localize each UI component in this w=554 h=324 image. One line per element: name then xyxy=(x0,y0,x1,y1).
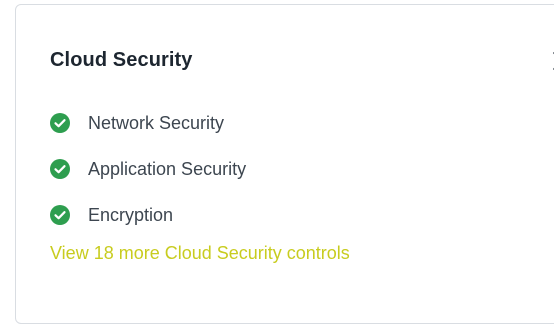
list-item: Network Security xyxy=(50,101,246,147)
cloud-security-card: Cloud Security Network Security Applicat… xyxy=(15,4,554,324)
check-circle-icon xyxy=(50,205,70,225)
control-label: Encryption xyxy=(88,205,174,225)
check-circle-icon xyxy=(50,159,70,179)
control-label: Network Security xyxy=(88,113,225,133)
list-item: Application Security xyxy=(50,147,246,193)
card-title: Cloud Security xyxy=(50,49,193,71)
card-header: Cloud Security xyxy=(50,45,554,75)
view-more-controls-link[interactable]: View 18 more Cloud Security controls xyxy=(50,241,350,265)
chevron-right-icon[interactable] xyxy=(550,51,554,71)
controls-list: Network Security Application Security En… xyxy=(50,101,246,239)
list-item: Encryption xyxy=(50,193,246,239)
check-circle-icon xyxy=(50,113,70,133)
control-label: Application Security xyxy=(88,159,247,179)
